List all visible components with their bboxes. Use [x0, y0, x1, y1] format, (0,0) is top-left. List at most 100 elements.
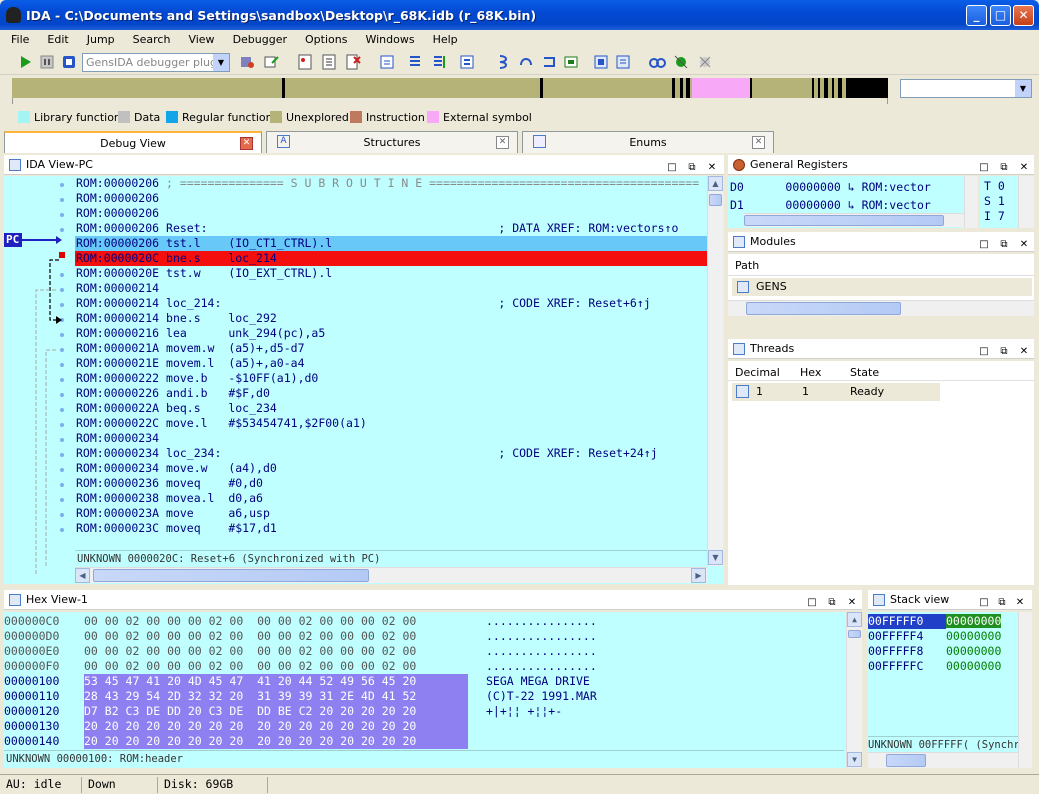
restore-icon[interactable]: □ — [978, 593, 990, 612]
close-icon[interactable]: ✕ — [1014, 593, 1026, 612]
hex-rows[interactable]: 000000C0 00 00 02 00 00 00 02 00 00 00 02… — [4, 614, 844, 749]
hex-row[interactable]: 000000F0 00 00 02 00 00 00 02 00 00 00 02… — [4, 659, 844, 674]
disasm-line[interactable]: ROM:00000236 moveq #0,d0 — [75, 476, 707, 491]
restore-icon[interactable]: □ — [978, 235, 990, 254]
close-button[interactable]: ✕ — [1013, 5, 1034, 26]
disasm-line[interactable]: ROM:0000021E movem.l (a5)+,a0-a4 — [75, 356, 707, 371]
disasm-line[interactable]: ROM:00000234 move.w (a4),d0 — [75, 461, 707, 476]
float-icon[interactable]: ⧉ — [996, 593, 1008, 612]
hex-row[interactable]: 00000100 53 45 47 41 20 4D 45 47 41 20 44… — [4, 674, 844, 689]
float-icon[interactable]: ⧉ — [686, 158, 698, 177]
debugger-select[interactable]: GensIDA debugger plugin ▼ — [82, 53, 230, 72]
hex-vscrollbar[interactable]: ▲ ▼ — [846, 612, 862, 768]
modules-list[interactable]: Path GENS — [728, 254, 1034, 316]
float-icon[interactable]: ⧉ — [998, 158, 1010, 177]
col-hex[interactable]: Hex — [800, 366, 821, 379]
trace-icon[interactable] — [494, 53, 512, 71]
menu-view[interactable]: View — [177, 30, 221, 46]
menu-windows[interactable]: Windows — [354, 30, 421, 46]
tracing-options-icon[interactable] — [672, 53, 690, 71]
delete-breakpoint-icon[interactable] — [344, 53, 362, 71]
disasm-line[interactable]: ROM:00000206 Reset: ; DATA XREF: ROM:vec… — [75, 221, 707, 236]
clear-trace-icon[interactable] — [696, 53, 714, 71]
disassembly-listing[interactable]: ROM:00000206 ; =============== S U B R O… — [75, 176, 707, 566]
tab-structures[interactable]: A Structures ✕ — [266, 131, 518, 153]
step-out-icon[interactable] — [458, 53, 476, 71]
stack-rows[interactable]: 00FFFFF0 00000000 00FFFFF4 00000000 00FFFFF8… — [868, 614, 1018, 674]
chevron-down-icon[interactable]: ▼ — [1015, 80, 1031, 97]
hex-row[interactable]: 000000D0 00 00 02 00 00 00 02 00 00 00 02… — [4, 629, 844, 644]
close-icon[interactable]: ✕ — [846, 593, 858, 612]
scroll-down-icon[interactable]: ▼ — [708, 550, 723, 565]
scroll-thumb[interactable] — [93, 569, 369, 582]
scroll-up-icon[interactable]: ▲ — [847, 612, 862, 627]
trace-over-icon[interactable] — [540, 53, 558, 71]
disasm-line[interactable]: ROM:00000206 — [75, 206, 707, 221]
stack-row[interactable]: 00FFFFF0 00000000 — [868, 614, 1018, 629]
flags-scrollbar[interactable] — [1018, 176, 1034, 228]
thread-row[interactable]: 1 1 Ready — [732, 383, 940, 401]
attach-icon[interactable] — [238, 53, 256, 71]
restore-icon[interactable]: □ — [666, 158, 678, 177]
function-trace-icon[interactable] — [562, 53, 580, 71]
disasm-line[interactable]: ROM:0000022C move.l #$53454741,$2F00(a1) — [75, 416, 707, 431]
ida-view[interactable]: PC ROM:00000206 ; =============== S U B … — [4, 176, 724, 584]
step-into-icon[interactable] — [378, 53, 396, 71]
close-icon[interactable]: ✕ — [1018, 158, 1030, 177]
col-state[interactable]: State — [850, 366, 879, 379]
detach-icon[interactable] — [262, 53, 280, 71]
hex-row[interactable]: 000000C0 00 00 02 00 00 00 02 00 00 00 02… — [4, 614, 844, 629]
scroll-right-icon[interactable]: ▶ — [691, 568, 706, 583]
modules-hscrollbar[interactable] — [728, 300, 1034, 316]
disasm-line[interactable]: ROM:00000222 move.b -$10FF(a1),d0 — [75, 371, 707, 386]
menu-file[interactable]: File — [0, 30, 36, 46]
hex-row[interactable]: 00000140 20 20 20 20 20 20 20 20 20 20 20… — [4, 734, 844, 749]
disasm-line[interactable]: ROM:00000214 loc_214: ; CODE XREF: Reset… — [75, 296, 707, 311]
close-icon[interactable]: ✕ — [496, 136, 509, 149]
navigation-band[interactable] — [12, 78, 888, 98]
scroll-down-icon[interactable]: ▼ — [847, 752, 862, 767]
nav-dropdown[interactable]: ▼ — [900, 79, 1032, 98]
breakpoint-list-icon[interactable] — [296, 53, 314, 71]
disasm-line[interactable]: ROM:00000238 movea.l d0,a6 — [75, 491, 707, 506]
disasm-line[interactable]: ROM:0000023A move a6,usp — [75, 506, 707, 521]
stop-icon[interactable] — [60, 53, 78, 71]
disasm-line[interactable]: ROM:00000214 bne.s loc_292 — [75, 311, 707, 326]
hex-row[interactable]: 000000E0 00 00 02 00 00 00 02 00 00 00 02… — [4, 644, 844, 659]
stack-row[interactable]: 00FFFFFC 00000000 — [868, 659, 1018, 674]
hex-row[interactable]: 00000130 20 20 20 20 20 20 20 20 20 20 20… — [4, 719, 844, 734]
disasm-line[interactable]: ROM:00000216 lea unk_294(pc),a5 — [75, 326, 707, 341]
segments-icon[interactable] — [614, 53, 632, 71]
stack-vscrollbar[interactable] — [1018, 612, 1032, 768]
registers-vscrollbar[interactable] — [964, 176, 978, 228]
memory-map-icon[interactable] — [592, 53, 610, 71]
disasm-line[interactable]: ROM:00000214 — [75, 281, 707, 296]
register-row[interactable]: D0 00000000 ↳ ROM:vector — [730, 180, 931, 194]
close-icon[interactable]: ✕ — [240, 137, 253, 150]
menu-edit[interactable]: Edit — [36, 30, 75, 46]
flags-list[interactable]: T 0 S 1 I 7 — [980, 176, 1034, 228]
run-icon[interactable] — [16, 53, 34, 71]
ida-horizontal-scrollbar[interactable]: ◀ ▶ — [75, 567, 707, 583]
maximize-button[interactable]: □ — [990, 5, 1011, 26]
disasm-line[interactable]: ROM:00000226 andi.b #$F,d0 — [75, 386, 707, 401]
disasm-line[interactable]: ROM:0000021A movem.w (a5)+,d5-d7 — [75, 341, 707, 356]
disasm-line[interactable]: ROM:00000206 ; =============== S U B R O… — [75, 176, 707, 191]
disasm-line[interactable]: ROM:0000020C bne.s loc_214 — [75, 251, 707, 266]
stack-row[interactable]: 00FFFFF4 00000000 — [868, 629, 1018, 644]
menu-help[interactable]: Help — [422, 30, 465, 46]
scroll-thumb[interactable] — [848, 630, 861, 638]
step-over-icon[interactable] — [406, 53, 424, 71]
ida-vertical-scrollbar[interactable]: ▲ ▼ — [707, 176, 723, 566]
menu-options[interactable]: Options — [294, 30, 354, 46]
scroll-thumb[interactable] — [709, 194, 722, 206]
stack-hscrollbar[interactable] — [868, 752, 1018, 768]
registers-list[interactable]: D0 00000000 ↳ ROM:vector D1 00000000 ↳ R… — [728, 176, 978, 228]
add-breakpoint-icon[interactable] — [320, 53, 338, 71]
disasm-line[interactable]: ROM:0000022A beq.s loc_234 — [75, 401, 707, 416]
disasm-line[interactable]: ROM:00000206 — [75, 191, 707, 206]
run-to-cursor-icon[interactable] — [430, 53, 448, 71]
stack-view[interactable]: 00FFFFF0 00000000 00FFFFF4 00000000 00FFFFF8… — [868, 612, 1032, 768]
threads-list[interactable]: Decimal Hex State 1 1 Ready — [728, 361, 1034, 585]
pause-icon[interactable] — [38, 53, 56, 71]
